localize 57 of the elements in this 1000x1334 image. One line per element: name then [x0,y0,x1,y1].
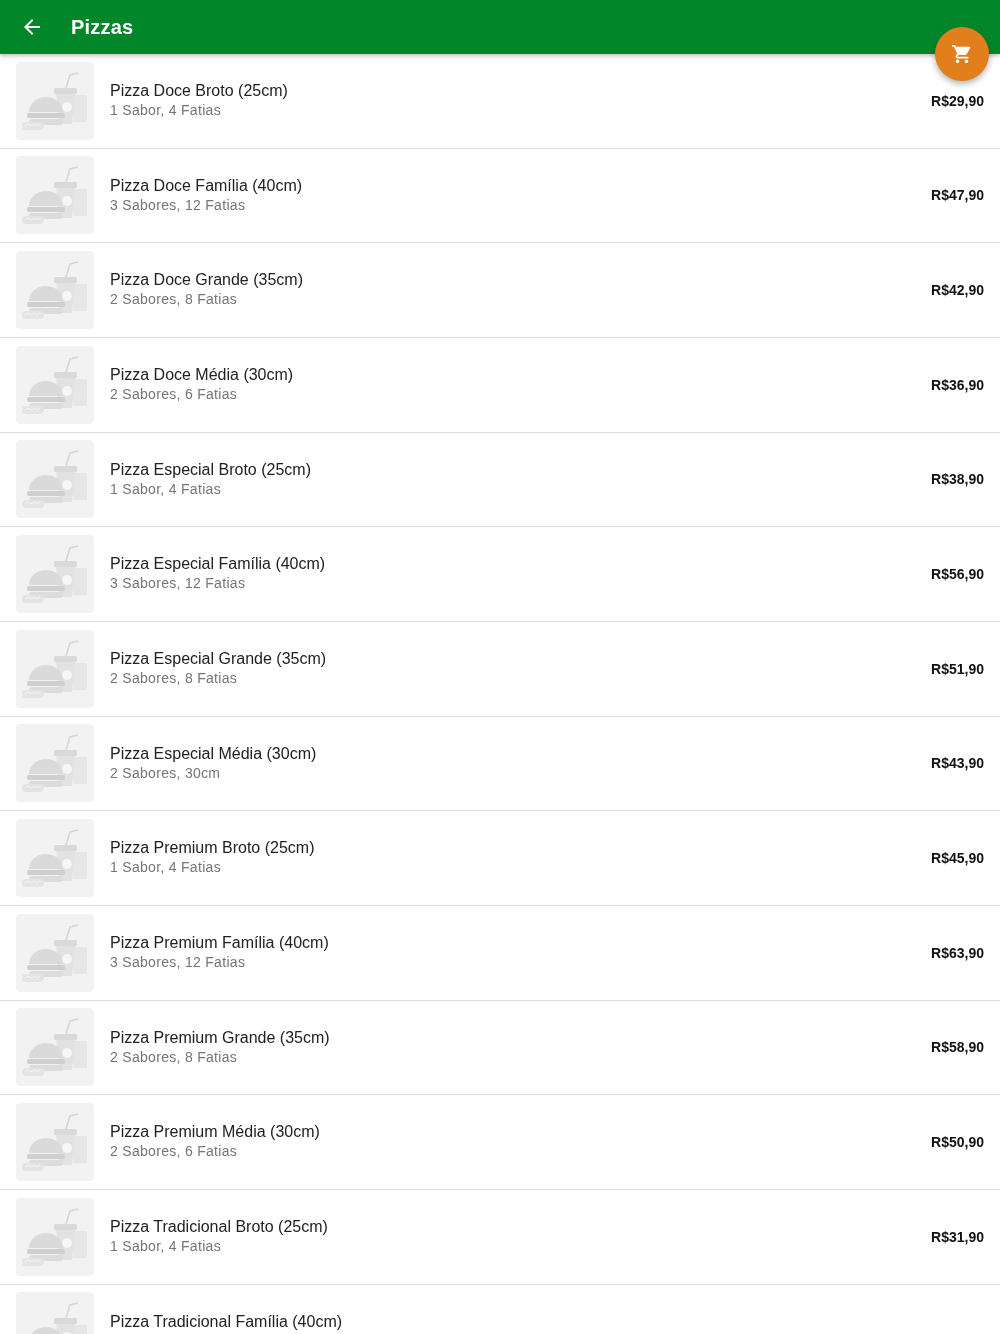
back-arrow-icon[interactable] [24,19,40,35]
product-price: R$56,90 [931,566,984,583]
product-description: 1 Sabor, 4 Fatias [110,101,221,119]
product-price: R$51,90 [931,660,984,677]
product-name: Pizza Tradicional Broto (25cm) [110,1216,328,1237]
product-name: Pizza Doce Média (30cm) [110,364,294,385]
product-description: 2 Sabores, 8 Fatias [110,290,238,309]
product-description: 3 Sabores, 12 Fatias [110,952,246,971]
screen-title: Pizzas [71,15,134,39]
product-name: Pizza Especial Família (40cm) [110,554,326,575]
product-description: 3 Sabores, 12 Fatias [110,195,246,214]
cart-icon [952,45,972,63]
product-description: 2 Sabores, 8 Fatias [110,1047,238,1066]
food-thumbnail-icon [16,629,94,708]
product-description: 2 Sabores, 6 Fatias [110,1142,238,1161]
product-price: R$43,90 [931,755,984,772]
product-description: 1 Sabor, 4 Fatias [110,479,221,498]
product-price: R$58,90 [931,1039,984,1056]
food-thumbnail-icon [16,724,94,803]
product-name: Pizza Premium Broto (25cm) [110,838,315,859]
product-name: Pizza Especial Broto (25cm) [110,459,311,480]
product-description: 3 Sabores, 12 Fatias [110,574,246,593]
food-thumbnail-icon [16,251,94,330]
food-thumbnail-icon [16,535,94,614]
product-description: 2 Sabores, 6 Fatias [110,384,238,403]
product-name: Pizza Doce Família (40cm) [110,175,303,196]
cart-button[interactable] [935,27,989,81]
product-price: R$42,90 [931,282,984,299]
product-name: Pizza Premium Grande (35cm) [110,1027,330,1048]
product-price: R$47,90 [931,187,984,204]
product-price: R$63,90 [931,944,984,961]
product-name: Pizza Especial Grande (35cm) [110,648,327,669]
product-name: Pizza Doce Grande (35cm) [110,270,303,291]
food-thumbnail-icon [16,156,94,235]
food-thumbnail-icon [16,440,94,519]
product-price: R$38,90 [931,471,984,488]
food-thumbnail-icon [16,819,94,898]
product-price: R$29,90 [931,92,984,109]
product-price: R$31,90 [931,1228,984,1245]
product-price: R$36,90 [931,376,984,393]
product-description: 1 Sabor, 4 Fatias [110,1236,221,1255]
food-thumbnail-icon [16,1008,94,1087]
product-name: Pizza Tradicional Família (40cm) [110,1311,343,1332]
product-description: 1 Sabor, 4 Fatias [110,858,221,877]
food-thumbnail-icon [16,61,94,140]
product-name: Pizza Premium Família (40cm) [110,932,329,953]
product-name: Pizza Premium Média (30cm) [110,1122,320,1143]
product-description: 2 Sabores, 30cm [110,763,221,782]
product-name: Pizza Doce Broto (25cm) [110,81,288,101]
product-price: R$50,90 [931,1134,984,1151]
product-price: R$45,90 [931,850,984,867]
product-description: 2 Sabores, 8 Fatias [110,668,238,687]
food-thumbnail-icon [16,1197,94,1276]
food-thumbnail-icon [16,1103,94,1182]
product-name: Pizza Especial Média (30cm) [110,743,317,764]
food-thumbnail-icon [16,913,94,992]
food-thumbnail-icon [16,345,94,424]
